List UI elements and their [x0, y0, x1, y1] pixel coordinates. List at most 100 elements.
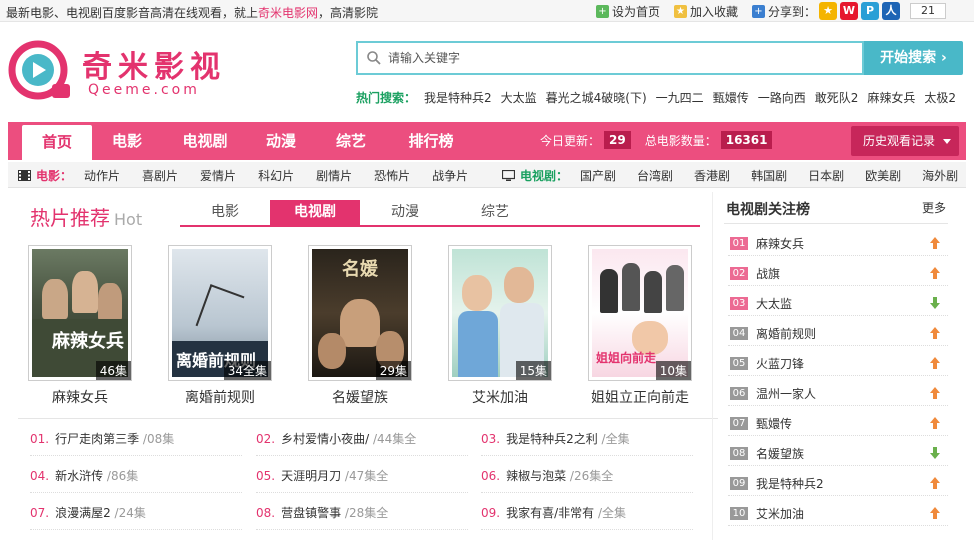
list-item[interactable]: 02. 乡村爱情小夜曲/ /44集全	[256, 430, 468, 456]
poster-title[interactable]: 名媛望族	[290, 387, 430, 407]
search-input[interactable]	[388, 48, 848, 68]
hot-keyword[interactable]: 一九四二	[656, 89, 704, 106]
poster-card[interactable]: 15集	[448, 245, 552, 381]
tab-anime[interactable]: 动漫	[360, 200, 450, 225]
tab-tv[interactable]: 电视剧	[270, 200, 360, 225]
poster-title[interactable]: 麻辣女兵	[10, 387, 150, 407]
column-divider	[712, 192, 713, 540]
favorite-link[interactable]: ★ 加入收藏	[673, 3, 738, 20]
hot-keyword[interactable]: 麻辣女兵	[867, 89, 915, 106]
nav-variety[interactable]: 综艺	[316, 122, 386, 160]
tab-variety[interactable]: 综艺	[450, 200, 540, 225]
poster-image: 姐姐向前走	[592, 249, 688, 377]
ranking-item[interactable]: 05 火蓝刀锋	[728, 354, 948, 376]
logo-subtitle: Qeeme.com	[88, 82, 200, 98]
weibo-icon[interactable]: W	[840, 2, 858, 20]
genre-link[interactable]: 爱情片	[200, 167, 236, 184]
poster-card[interactable]: 名媛 29集	[308, 245, 412, 381]
genre-link[interactable]: 日本剧	[808, 167, 844, 184]
list-item[interactable]: 09. 我家有喜/非常有 /全集	[481, 504, 693, 530]
nav-anime[interactable]: 动漫	[246, 122, 316, 160]
genre-link[interactable]: 台湾剧	[637, 167, 673, 184]
main-nav: 首页 电影 电视剧 动漫 综艺 排行榜 今日更新： 29 总电影数量： 1636…	[8, 122, 966, 160]
qzone-icon[interactable]: ★	[819, 2, 837, 20]
nav-home[interactable]: 首页	[22, 125, 92, 160]
search-button[interactable]: 开始搜索 ›	[864, 41, 963, 75]
episode-badge: 10集	[655, 361, 691, 380]
trend-up-icon	[930, 507, 940, 519]
list-item[interactable]: 05. 天涯明月刀 /47集全	[256, 467, 468, 493]
genre-link[interactable]: 欧美剧	[865, 167, 901, 184]
tab-movie[interactable]: 电影	[180, 200, 270, 225]
poster-title[interactable]: 离婚前规则	[150, 387, 290, 407]
genre-link[interactable]: 科幻片	[258, 167, 294, 184]
poster-title[interactable]: 姐姐立正向前走	[570, 387, 710, 407]
bookmark-icon: ★	[673, 4, 687, 18]
hot-tabs: 电影 电视剧 动漫 综艺	[180, 200, 700, 227]
hot-keyword[interactable]: 暮光之城4破晓(下)	[546, 89, 647, 106]
ranking-item[interactable]: 03 大太监	[728, 294, 948, 316]
genre-link[interactable]: 国产剧	[580, 167, 616, 184]
history-button[interactable]: 历史观看记录	[851, 126, 959, 156]
today-count: 29	[604, 131, 631, 149]
genre-link[interactable]: 战争片	[432, 167, 468, 184]
list-item[interactable]: 04. 新水浒传 /86集	[30, 467, 242, 493]
genre-link[interactable]: 喜剧片	[142, 167, 178, 184]
tv-icon	[502, 169, 515, 181]
trend-down-icon	[930, 297, 940, 309]
search-box	[356, 41, 864, 75]
tv-genre-label: 电视剧：	[520, 168, 569, 183]
poster-card[interactable]: 姐姐向前走 10集	[588, 245, 692, 381]
ranking-item[interactable]: 07 甄嬛传	[728, 414, 948, 436]
hot-search-label: 热门搜索：	[356, 91, 417, 105]
genre-link[interactable]: 香港剧	[694, 167, 730, 184]
share-box: + 分享到： ★ W P 人 21	[751, 2, 974, 20]
tv-genres: 电视剧： 国产剧 台湾剧 香港剧 韩国剧 日本剧 欧美剧 海外剧	[502, 162, 958, 188]
poster-title[interactable]: 艾米加油	[430, 387, 570, 407]
ranking-item[interactable]: 08 名媛望族	[728, 444, 948, 466]
plus-icon: +	[595, 4, 609, 18]
total-count: 16361	[720, 131, 773, 149]
episode-badge: 34全集	[223, 361, 271, 380]
genre-link[interactable]: 剧情片	[316, 167, 352, 184]
poster-card[interactable]: 离婚前规则 34全集	[168, 245, 272, 381]
set-home-link[interactable]: + 设为首页	[595, 3, 660, 20]
trend-up-icon	[930, 357, 940, 369]
hot-keyword[interactable]: 太极2	[924, 89, 956, 106]
ranking-more-link[interactable]: 更多	[922, 199, 946, 216]
ranking-item[interactable]: 06 温州一家人	[728, 384, 948, 406]
genre-link[interactable]: 恐怖片	[374, 167, 410, 184]
list-item[interactable]: 07. 浪漫满屋2 /24集	[30, 504, 242, 530]
ranking-item[interactable]: 04 离婚前规则	[728, 324, 948, 346]
search-icon	[367, 51, 381, 65]
genre-link[interactable]: 动作片	[84, 167, 120, 184]
hot-keyword[interactable]: 甄嬛传	[713, 89, 749, 106]
renren-icon[interactable]: 人	[882, 2, 900, 20]
tencent-weibo-icon[interactable]: P	[861, 2, 879, 20]
nav-ranking[interactable]: 排行榜	[392, 122, 470, 160]
hot-keyword[interactable]: 大太监	[501, 89, 537, 106]
site-link[interactable]: 奇米电影网	[258, 6, 318, 20]
nav-tv[interactable]: 电视剧	[166, 122, 244, 160]
poster-card[interactable]: 麻辣女兵 46集	[28, 245, 132, 381]
hot-keyword[interactable]: 我是特种兵2	[424, 89, 492, 106]
genre-link[interactable]: 海外剧	[922, 167, 958, 184]
ranking-item[interactable]: 02 战旗	[728, 264, 948, 286]
ranking-item[interactable]: 10 艾米加油	[728, 504, 948, 526]
divider	[18, 418, 718, 419]
hot-keyword[interactable]: 一路向西	[758, 89, 806, 106]
genre-link[interactable]: 韩国剧	[751, 167, 787, 184]
ranking-item[interactable]: 01 麻辣女兵	[728, 234, 948, 256]
trend-down-icon	[930, 447, 940, 459]
list-item[interactable]: 08. 营盘镇警事 /28集全	[256, 504, 468, 530]
nav-movie[interactable]: 电影	[92, 122, 162, 160]
ranking-item[interactable]: 09 我是特种兵2	[728, 474, 948, 496]
list-item[interactable]: 06. 辣椒与泡菜 /26集全	[481, 467, 693, 493]
genre-bar: 电影： 动作片 喜剧片 爱情片 科幻片 剧情片 恐怖片 战争片 电视剧： 国产剧…	[8, 162, 966, 188]
logo-icon[interactable]	[8, 40, 74, 102]
list-item[interactable]: 03. 我是特种兵2之利 /全集	[481, 430, 693, 456]
hot-keyword[interactable]: 敢死队2	[815, 89, 859, 106]
hot-section-title: 热片推荐 Hot	[30, 206, 143, 230]
list-item[interactable]: 01. 行尸走肉第三季 /08集	[30, 430, 242, 456]
episode-badge: 46集	[95, 361, 131, 380]
